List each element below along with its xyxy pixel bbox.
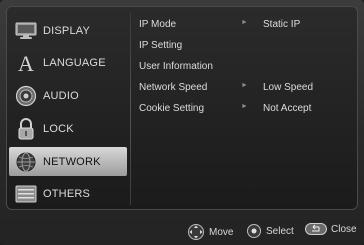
setup-menu-window: DISPLAY A LANGUAGE AUDIO LOCK NETWORK OT… bbox=[0, 0, 364, 245]
chevron-right-icon: ► bbox=[241, 103, 248, 110]
sidebar-item-label: AUDIO bbox=[43, 89, 79, 102]
setting-row-network-speed[interactable]: Network Speed ► Low Speed bbox=[135, 80, 355, 96]
setting-label: IP Setting bbox=[139, 40, 183, 51]
setting-value: Low Speed bbox=[263, 82, 314, 93]
setting-row-user-information[interactable]: User Information bbox=[135, 59, 355, 75]
close-hint: Close bbox=[305, 223, 357, 235]
dpad-icon bbox=[187, 223, 205, 241]
display-icon bbox=[9, 16, 43, 45]
others-icon bbox=[9, 179, 43, 208]
setting-row-cookie-setting[interactable]: Cookie Setting ► Not Accept bbox=[135, 101, 355, 117]
setting-label: Cookie Setting bbox=[139, 103, 205, 114]
sidebar-item-others[interactable]: OTHERS bbox=[9, 179, 127, 208]
audio-icon bbox=[9, 81, 43, 110]
chevron-right-icon: ► bbox=[241, 82, 248, 89]
setting-row-ip-setting[interactable]: IP Setting bbox=[135, 38, 355, 54]
setting-value: Static IP bbox=[263, 19, 301, 30]
close-label: Close bbox=[331, 223, 357, 235]
setting-value: Not Accept bbox=[263, 103, 312, 114]
sidebar-item-label: LANGUAGE bbox=[43, 56, 106, 69]
network-icon bbox=[9, 147, 43, 176]
panel-divider bbox=[130, 13, 131, 205]
sidebar-item-label: DISPLAY bbox=[43, 24, 91, 37]
category-sidebar: DISPLAY A LANGUAGE AUDIO LOCK NETWORK OT… bbox=[7, 7, 129, 209]
chevron-right-icon: ► bbox=[241, 19, 248, 26]
sidebar-item-label: LOCK bbox=[43, 122, 74, 135]
return-button-icon bbox=[305, 223, 327, 235]
sidebar-item-label: NETWORK bbox=[43, 155, 101, 168]
svg-text:A: A bbox=[18, 52, 34, 74]
move-hint: Move bbox=[187, 223, 233, 241]
language-icon: A bbox=[9, 48, 43, 77]
sidebar-item-language[interactable]: A LANGUAGE bbox=[9, 48, 127, 77]
setting-label: Network Speed bbox=[139, 82, 208, 93]
sidebar-item-display[interactable]: DISPLAY bbox=[9, 16, 127, 45]
move-label: Move bbox=[209, 226, 234, 238]
menu-panel: DISPLAY A LANGUAGE AUDIO LOCK NETWORK OT… bbox=[6, 6, 358, 210]
sidebar-item-lock[interactable]: LOCK bbox=[9, 114, 127, 143]
setting-row-ip-mode[interactable]: IP Mode ► Static IP bbox=[135, 17, 355, 33]
sidebar-item-network[interactable]: NETWORK bbox=[9, 147, 127, 176]
enter-button-icon bbox=[246, 223, 262, 239]
network-settings-list: IP Mode ► Static IP IP Setting User Info… bbox=[135, 7, 357, 209]
lock-icon bbox=[9, 114, 43, 143]
button-hint-bar: Move Select Close bbox=[0, 213, 364, 245]
setting-label: IP Mode bbox=[139, 19, 177, 30]
sidebar-item-label: OTHERS bbox=[43, 187, 91, 200]
select-label: Select bbox=[266, 225, 294, 237]
sidebar-item-audio[interactable]: AUDIO bbox=[9, 81, 127, 110]
select-hint: Select bbox=[246, 223, 294, 239]
setting-label: User Information bbox=[139, 61, 213, 72]
